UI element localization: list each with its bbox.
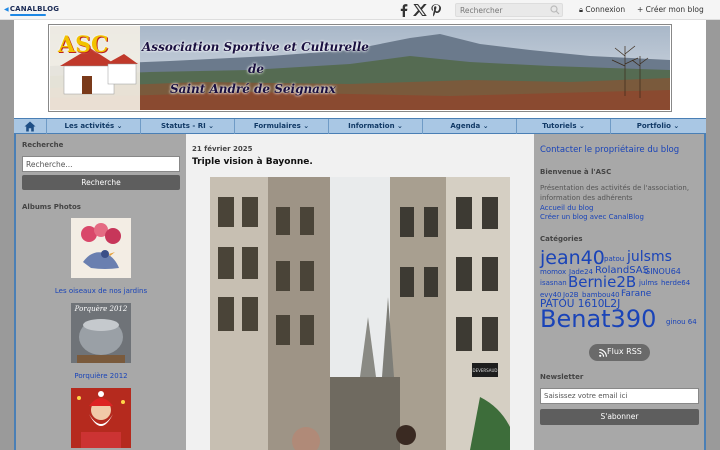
sidebar-search-button[interactable]: Recherche (22, 175, 180, 190)
sidebar-search-input[interactable]: Recherche... (22, 156, 180, 172)
chevron-down-icon: ⌄ (303, 122, 310, 130)
login-link[interactable]: 🔒︎ Connexion (579, 5, 625, 15)
mountain-landscape-image (50, 26, 670, 110)
chevron-down-icon: ⌄ (397, 122, 403, 130)
nav-item-activites[interactable]: Les activités ⌄ (46, 119, 140, 134)
canalblog-logo[interactable]: ◀CANALBLOG (4, 5, 59, 16)
create-blog-canalblog-link[interactable]: Créer un blog avec CanalBlog (540, 213, 644, 221)
album-thumb-noel[interactable] (71, 388, 131, 448)
canalblog-mark-icon: ◀ (4, 6, 9, 13)
newsletter-email-input[interactable]: Saisissez votre email ici (540, 388, 699, 404)
lock-icon: 🔒︎ (579, 5, 583, 14)
search-icon[interactable] (550, 5, 560, 15)
tag-link[interactable]: Farane (621, 289, 651, 299)
tag-link[interactable]: GINOU64 (644, 267, 681, 276)
nav-item-formulaires[interactable]: Formulaires ⌄ (234, 119, 328, 134)
x-twitter-icon[interactable] (413, 3, 427, 17)
tag-link[interactable]: julsms (627, 249, 672, 265)
home-icon[interactable] (24, 121, 36, 132)
tag-link[interactable]: Benat390 (540, 305, 656, 333)
post-photo-bayonne[interactable]: DEVERSAUD (210, 177, 510, 450)
tag-link[interactable]: julms (639, 279, 658, 287)
about-text: Présentation des activités de l'associat… (540, 184, 690, 202)
header-banner (50, 26, 670, 110)
contact-owner-link[interactable]: Contacter le propriétaire du blog (540, 145, 679, 155)
main-navigation: Les activités ⌄ Statuts - RI ⌄ Formulair… (14, 118, 706, 134)
album-caption-porquiere[interactable]: Porquière 2012 (16, 372, 186, 380)
post-title[interactable]: Triple vision à Bayonne. (192, 157, 313, 167)
chevron-down-icon: ⌄ (482, 122, 489, 130)
nav-item-portfolio[interactable]: Portfolio ⌄ (610, 119, 705, 134)
album-thumb-label: Porquère 2012 (74, 305, 128, 313)
newsletter-subscribe-button[interactable]: S'abonner (540, 409, 699, 425)
nav-item-statuts[interactable]: Statuts - RI ⌄ (140, 119, 234, 134)
canalblog-topbar: ◀CANALBLOG Rechercher 🔒︎ Connexion + Cré… (0, 0, 720, 20)
rss-icon (599, 349, 607, 357)
shop-sign: DEVERSAUD (472, 368, 497, 373)
topbar-search-input[interactable]: Rechercher (455, 3, 563, 17)
newsletter-widget-title: Newsletter (540, 373, 584, 381)
post-date: 21 février 2025 (192, 145, 253, 153)
about-widget-title: Bienvenue à l'ASC (540, 168, 612, 176)
tag-link[interactable]: momox (540, 268, 566, 276)
tag-link[interactable]: isasnan (540, 279, 567, 287)
tag-link[interactable]: patou (604, 255, 624, 263)
banner-title-line2: de (248, 62, 265, 76)
pinterest-icon[interactable] (429, 3, 443, 17)
nav-item-information[interactable]: Information ⌄ (328, 119, 422, 134)
home-link[interactable]: Accueil du blog (540, 204, 593, 212)
album-thumb-oiseaux[interactable] (71, 218, 131, 278)
banner-title-line1: Association Sportive et Culturelle (142, 40, 369, 54)
chevron-down-icon: ⌄ (208, 122, 215, 130)
nav-item-agenda[interactable]: Agenda ⌄ (422, 119, 516, 134)
asc-logo: ASC (58, 32, 109, 58)
banner-title-line3: Saint André de Seignanx (170, 82, 336, 96)
chevron-down-icon: ⌄ (578, 122, 585, 130)
tag-link[interactable]: herde64 (661, 279, 690, 287)
categories-widget-title: Catégories (540, 235, 583, 243)
facebook-icon[interactable] (397, 3, 411, 17)
album-thumb-porquiere[interactable]: Porquère 2012 (71, 303, 131, 363)
albums-widget-title: Albums Photos (22, 203, 81, 211)
chevron-down-icon: ⌄ (116, 122, 123, 130)
create-blog-link[interactable]: + Créer mon blog (637, 5, 704, 14)
album-caption-oiseaux[interactable]: Les oiseaux de nos jardins (16, 287, 186, 295)
tag-link[interactable]: ginou 64 (666, 318, 697, 326)
search-widget-title: Recherche (22, 141, 64, 149)
chevron-down-icon: ⌄ (673, 122, 680, 130)
nav-item-tutoriels[interactable]: Tutoriels ⌄ (516, 119, 610, 134)
